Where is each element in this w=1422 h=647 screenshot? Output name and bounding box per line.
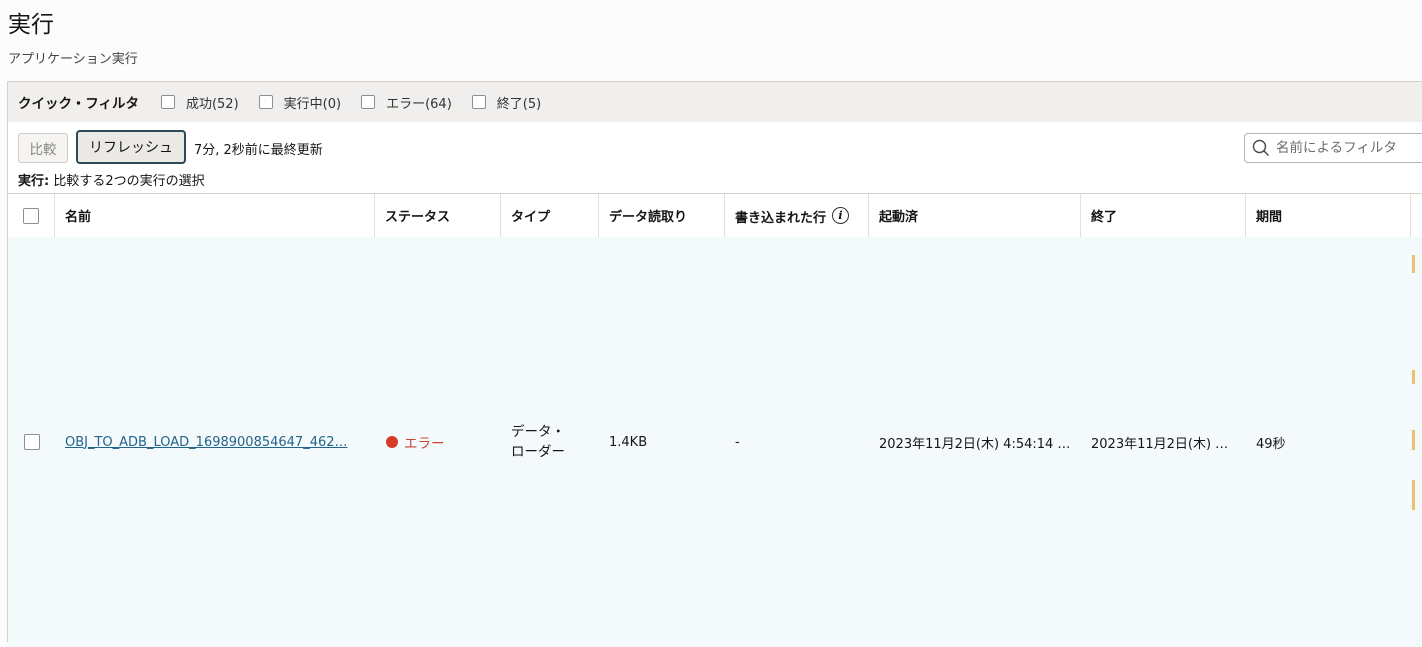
selection-hint: 実行: 比較する2つの実行の選択 [18,170,205,189]
filter-running-checkbox[interactable] [258,95,273,109]
select-all-checkbox[interactable] [23,207,39,224]
row-started-cell: 2023年11月2日(木) 4:54:14 … [869,237,1081,647]
filter-success-label: 成功(52) [185,96,239,112]
page-subtitle: アプリケーション実行 [8,52,138,67]
search-icon [1252,139,1270,157]
row-action-edge [1412,370,1415,384]
filter-success[interactable]: 成功(52) [160,93,239,112]
row-type-line1: データ・ [511,424,565,440]
filter-finished[interactable]: 終了(5) [471,93,542,112]
select-all-cell [8,194,55,237]
filter-error-checkbox[interactable] [361,95,376,109]
row-select-checkbox[interactable] [23,434,40,450]
name-filter-search[interactable] [1244,133,1422,163]
selection-hint-text: 比較する2つの実行の選択 [49,174,205,189]
row-status-cell: エラー [375,237,501,647]
selection-hint-label: 実行: [18,174,50,189]
column-header-started[interactable]: 起動済 [869,194,1081,237]
column-header-rows-written-label: 書き込まれた行 [735,211,827,226]
filter-running-label: 実行中(0) [283,96,342,112]
column-header-rows-written[interactable]: 書き込まれた行 i [725,194,869,237]
row-duration-cell: 49秒 [1246,237,1411,647]
page-title: 実行 [8,12,54,38]
row-rows-written: - [735,434,740,450]
row-action-edge [1412,430,1415,450]
compare-button[interactable]: 比較 [18,133,68,163]
table-row[interactable]: OBJ_TO_ADB_LOAD_1698900854647_462… エラー デ… [8,237,1422,647]
column-header-data-read[interactable]: データ読取り [599,194,725,237]
status-badge: エラー [404,436,445,452]
name-filter-input[interactable] [1276,140,1416,156]
column-header-name[interactable]: 名前 [55,194,375,237]
row-ended-cell: 2023年11月2日(木) … [1081,237,1246,647]
column-header-duration[interactable]: 期間 [1246,194,1411,237]
runs-panel: クイック・フィルタ 成功(52) 実行中(0) エラー(64) 終了(5) 比較… [7,81,1422,647]
row-type-line2: ローダー [511,444,565,460]
last-updated-text: 7分, 2秒前に最終更新 [194,143,323,158]
row-action-edge [1412,255,1415,273]
column-header-status[interactable]: ステータス [375,194,501,237]
filter-error-label: エラー(64) [386,96,452,112]
quick-filter-title: クイック・フィルタ [18,96,139,112]
filter-error[interactable]: エラー(64) [361,93,452,112]
row-ended: 2023年11月2日(木) … [1091,436,1229,452]
toolbar: 比較 リフレッシュ 7分, 2秒前に最終更新 実行: 比較する2つの実行の選択 [8,122,1422,194]
runs-table: 名前 ステータス タイプ データ読取り 書き込まれた行 i 起動済 終了 期間 … [8,193,1422,647]
row-duration: 49秒 [1256,436,1286,452]
row-data-read: 1.4KB [609,434,648,450]
filter-finished-label: 終了(5) [496,96,542,112]
column-header-ended[interactable]: 終了 [1081,194,1246,237]
table-header: 名前 ステータス タイプ データ読取り 書き込まれた行 i 起動済 終了 期間 [8,193,1422,238]
row-started: 2023年11月2日(木) 4:54:14 … [879,436,1071,452]
run-name-link[interactable]: OBJ_TO_ADB_LOAD_1698900854647_462… [65,435,348,450]
quick-filter-bar: クイック・フィルタ 成功(52) 実行中(0) エラー(64) 終了(5) [8,82,1422,122]
row-rows-written-cell: - [725,237,869,647]
filter-running[interactable]: 実行中(0) [258,93,342,112]
row-action-edge [1412,480,1415,510]
refresh-button[interactable]: リフレッシュ [76,130,186,164]
error-status-icon [386,436,398,448]
filter-finished-checkbox[interactable] [471,95,486,109]
row-type-cell: データ・ ローダー [501,237,599,647]
row-data-read-cell: 1.4KB [599,237,725,647]
filter-success-checkbox[interactable] [160,95,175,109]
info-icon[interactable]: i [832,207,850,224]
column-header-type[interactable]: タイプ [501,194,599,237]
row-name-cell: OBJ_TO_ADB_LOAD_1698900854647_462… [55,237,375,647]
row-select-cell [8,237,55,647]
